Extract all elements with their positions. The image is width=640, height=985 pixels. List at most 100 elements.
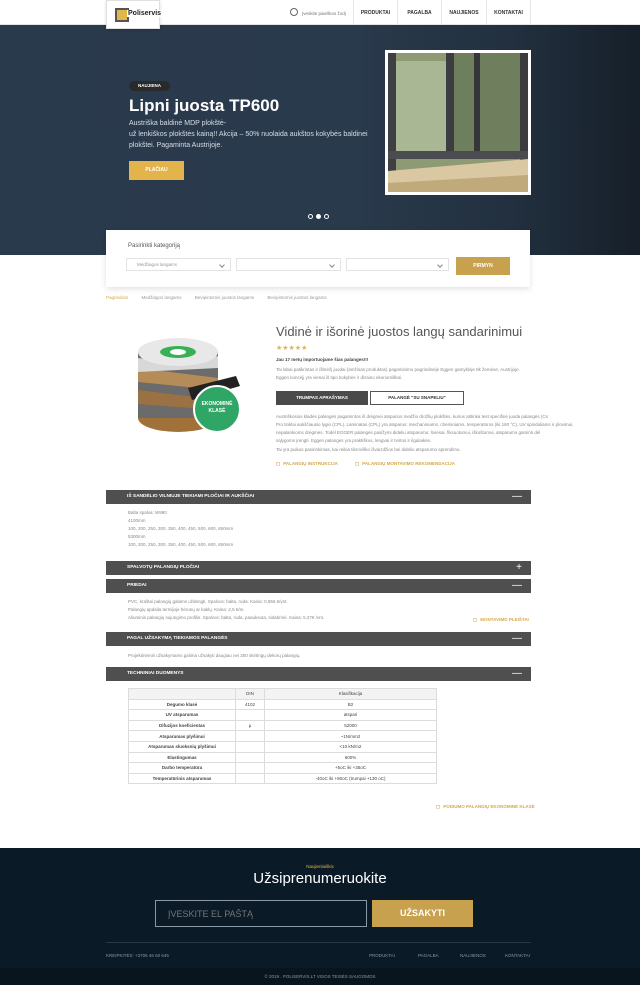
accessory-line: Aliuminis palangių sujungimo profilis. S… (128, 615, 325, 620)
table-header-row: DIN Klasifikacija (128, 688, 437, 700)
nav-naujienos[interactable]: NAUJIENOS (441, 0, 486, 25)
product-title: Vidinė ir išorinė juostos langų sandarin… (276, 324, 523, 339)
accessory-line: PVC, kraštai palangių galams uždengti. S… (128, 599, 288, 604)
footer-link-produktai[interactable]: PRODUKTAI (369, 953, 395, 958)
expand-icon[interactable]: + (516, 561, 522, 575)
hero-photo (385, 50, 531, 195)
instruction-link[interactable]: PALANGIŲ INSTRUKCIJA (276, 461, 338, 467)
table-row: Atsparumas sluoksnių plyšimui <10 kN/m2 (128, 740, 437, 753)
size-line: 100, 200, 250, 300, 350, 400, 450, 500, … (128, 526, 234, 531)
collapse-icon[interactable]: — (512, 490, 522, 504)
table-cell: Elastingumas (128, 751, 236, 764)
nav-produktai[interactable]: PRODUKTAI (353, 0, 397, 25)
table-cell (235, 709, 265, 721)
table-row: Degumo klasė 4102 B2 (128, 698, 437, 711)
table-cell: Difuzijos koeficientas (128, 719, 236, 732)
search-box[interactable] (287, 7, 353, 19)
table-row: Darbo temperatūra +5oC iki +35oC (128, 762, 437, 774)
mounting-wedges-link[interactable]: MONTAVIMO PLEIŠTAI (473, 617, 529, 623)
copyright: © 2019 . POLISERVIS.LT VISOS TEISĖS SAUG… (0, 968, 640, 985)
tab-sill-with-nose[interactable]: PALANGĖ "SU SNAPELIU" (370, 391, 464, 405)
subscribe-button[interactable]: UŽSAKYTI (372, 900, 473, 927)
table-cell: Temperatūrinis atsparumas (128, 772, 236, 785)
nav-kontaktai[interactable]: KONTAKTAI (486, 0, 531, 25)
footer-link-kontaktai[interactable]: KONTAKTAI (505, 953, 530, 958)
table-row: Elastingumas 600% (128, 751, 437, 764)
window-image (388, 53, 528, 192)
table-cell: atsparі (264, 709, 437, 721)
breadcrumb: Pagrindinis Medžiagos langams Bevipintom… (106, 295, 339, 300)
economy-class-link[interactable]: PODIUMO PALANGIŲ EKONOMINĖ KLASĖ (436, 804, 534, 810)
table-cell (235, 730, 265, 742)
accordion-title: PRIEDAI (127, 583, 147, 588)
hero-title: Lipni juosta TP600 (129, 96, 280, 115)
search-input[interactable] (302, 7, 350, 19)
table-row: UV atsparumas atsparі (128, 709, 437, 721)
newsletter-label: Naujienlaiškis (306, 864, 334, 869)
slider-dot-1[interactable] (308, 214, 313, 219)
product-intro-2: Eggen koncėjį yra vienai iš tipo kokybės… (276, 375, 403, 380)
table-cell: 600% (264, 751, 437, 764)
footer-link-naujienos[interactable]: NAUJIENOS (460, 953, 486, 958)
breadcrumb-item[interactable]: Medžiagos langams (142, 295, 182, 300)
filter-label: Pasirinkti kategoriją (128, 243, 181, 249)
table-header-cell: DIN (235, 688, 265, 700)
size-line: Balta spalva: W980 (128, 510, 167, 515)
rating-stars: ★★★★★ (276, 345, 308, 352)
table-cell: Atsparumas sluoksnių plyšimui (128, 740, 236, 753)
table-row: Atsparumas plyšimui ~1N/mm2 (128, 730, 437, 742)
category-select-3[interactable] (346, 258, 449, 271)
table-row: Difuzijos koeficientas μ 52000 (128, 719, 437, 732)
economy-class-line2: KLASĖ (208, 408, 226, 414)
filter-go-button[interactable]: PIRMYN (456, 257, 510, 275)
product-desc-line: sąlygoms įrengti. Eggen palanges yra pra… (276, 438, 432, 443)
table-cell (235, 762, 265, 774)
table-cell: <10 kN/m2 (264, 740, 437, 753)
table-row: Temperatūrinis atsparumas -40oC iki +80oC… (128, 772, 437, 785)
breadcrumb-item[interactable]: Bevipintomis juostos langams (195, 295, 254, 300)
product-desc-line: Austriškosios kladės palangės pagamintos… (276, 414, 548, 419)
slider-dot-2[interactable] (316, 214, 321, 219)
table-cell (235, 751, 265, 764)
economy-class-label: EKONOMINĖ KLASĖ (192, 401, 242, 415)
footer-phone[interactable]: KREIPKITĖS: +3706 46 60 645 (106, 953, 169, 958)
hero-more-button[interactable]: PLAČIAU (129, 161, 184, 180)
recommendation-link[interactable]: PALANGIŲ MONTAVIMO REKOMENDACIJA (355, 461, 455, 467)
product-desc-line: Pro tinklai aukščiausio lygio (CPL). Lam… (276, 422, 574, 427)
logo-text: Poliservis (127, 10, 163, 17)
table-cell: UV atsparumas (128, 709, 236, 721)
size-line: 4100mm (128, 518, 146, 523)
table-header-cell (128, 688, 236, 700)
accordion-technical-data[interactable]: TECHNINIAI DUOMENYS — (106, 667, 531, 681)
slider-dot-3[interactable] (324, 214, 329, 219)
tab-short-description[interactable]: TRUMPAS APRAŠYMAS (276, 391, 368, 405)
table-header-cell: Klasifikacija (264, 688, 437, 700)
collapse-icon[interactable]: — (512, 579, 522, 593)
category-select-2[interactable] (236, 258, 341, 271)
collapse-icon[interactable]: — (512, 667, 522, 681)
accordion-title: PAGAL UŽSAKYMĄ TIEKIAMOS PALANGĖS (127, 636, 228, 641)
email-input[interactable] (155, 900, 367, 927)
nav-pagalba[interactable]: PAGALBA (397, 0, 441, 25)
size-line: 5300mm (128, 534, 146, 539)
collapse-icon[interactable]: — (512, 632, 522, 646)
product-question: Jau 17 metų importuojame šias palanges!!… (276, 357, 369, 362)
header: Poliservis PRODUKTAI PAGALBA NAUJIENOS K… (0, 0, 640, 29)
product-tabs: TRUMPAS APRAŠYMAS PALANGĖ "SU SNAPELIU" (276, 391, 464, 405)
accordion-custom-order[interactable]: PAGAL UŽSAKYMĄ TIEKIAMOS PALANGĖS — (106, 632, 531, 646)
table-cell: -40oC iki +80oC (trumpai +130 oC) (264, 772, 437, 785)
table-cell (235, 772, 265, 785)
product-intro-1: Tai labai patikrintas ir išbrėžį juodai … (276, 367, 520, 372)
breadcrumb-home[interactable]: Pagrindinis (106, 295, 128, 300)
hero-desc-line2: už lenkiškos plokštės kainą!! Akcija – 5… (129, 131, 368, 149)
accordion-colored-widths[interactable]: SPALVOTŲ PALANGIŲ PLOČIAI + (106, 561, 531, 575)
footer-link-pagalba[interactable]: PAGALBA (418, 953, 439, 958)
search-icon[interactable] (290, 8, 298, 16)
accordion-warehouse-sizes[interactable]: IŠ SANDĖLIO VILNIUJE TIEKIAMI PLOČIAI IR… (106, 490, 531, 504)
category-select-1[interactable]: Medžiagos langams (126, 258, 231, 271)
logo[interactable]: Poliservis (106, 0, 163, 29)
table-cell: Degumo klasė (128, 698, 236, 711)
accordion-accessories[interactable]: PRIEDAI — (106, 579, 531, 593)
custom-order-text: Projektinėmis užsakymams galima užsakyti… (128, 653, 301, 658)
hero-badge: NAUJIENA (129, 81, 170, 91)
